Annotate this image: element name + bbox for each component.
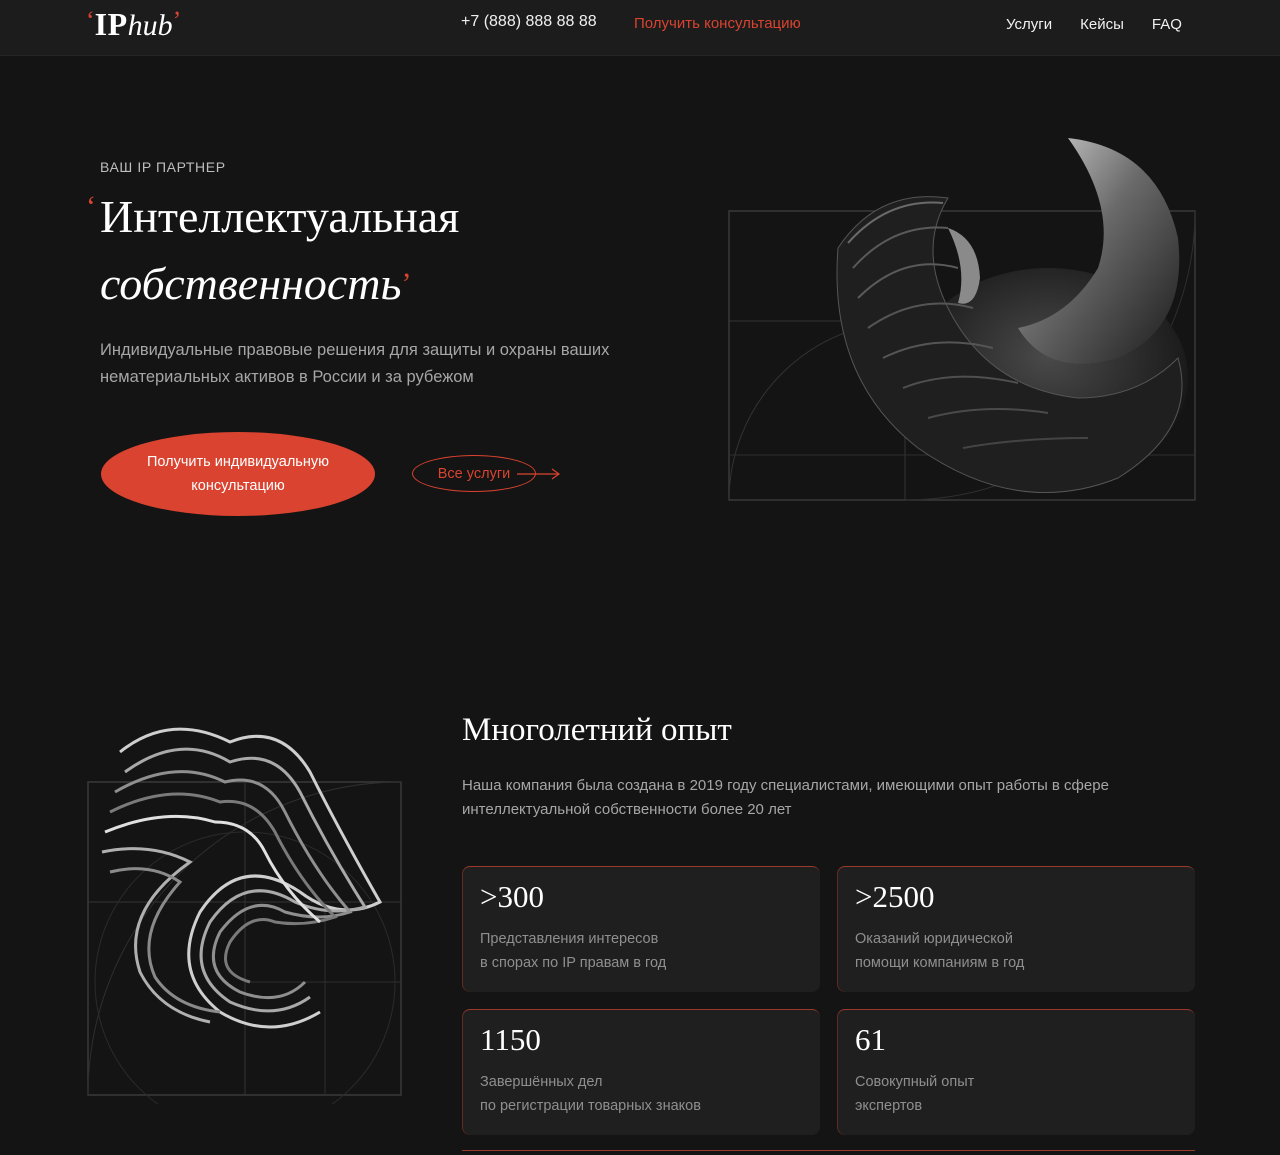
stat-description-line2: экспертов <box>855 1098 923 1114</box>
stat-description: Завершённых дел по регистрации товарных … <box>480 1070 800 1118</box>
logo-ip: IP <box>94 6 128 42</box>
stat-description-line2: по регистрации товарных знаков <box>480 1098 701 1114</box>
stat-description-line2: помощи компаниям в год <box>855 955 1025 971</box>
nav-item-faq[interactable]: FAQ <box>1152 16 1182 33</box>
stat-value: >300 <box>480 879 544 914</box>
iphub-logo[interactable]: ‘ IP hub ’ <box>86 6 181 46</box>
stat-value: 61 <box>855 1022 886 1057</box>
main-nav: Услуги Кейсы FAQ <box>1006 16 1182 33</box>
logo-quote-open: ‘ <box>86 6 95 35</box>
all-services-label: Все услуги <box>437 465 511 482</box>
hero-title: ‘ Интеллектуальная собственность’ <box>86 186 460 320</box>
stat-description-line1: Представления интересов <box>480 931 659 947</box>
wire-sculpture-illustration <box>87 727 402 1104</box>
phone-link[interactable]: +7 (888) 888 88 88 <box>461 13 597 31</box>
stat-description: Совокупный опыт экспертов <box>855 1070 1175 1118</box>
nav-item-cases[interactable]: Кейсы <box>1080 16 1124 33</box>
experience-subtitle: Наша компания была создана в 2019 году с… <box>462 777 1109 818</box>
nav-item-services[interactable]: Услуги <box>1006 16 1052 33</box>
title-quote-close: ’ <box>401 267 412 300</box>
arrow-right-icon <box>517 468 561 480</box>
title-quote-open: ‘ <box>86 190 96 223</box>
all-services-button[interactable]: Все услуги <box>412 455 561 492</box>
stat-card: 61 Совокупный опыт экспертов <box>837 1009 1195 1135</box>
stat-description-line1: Совокупный опыт <box>855 1074 975 1090</box>
get-individual-consultation-button[interactable]: Получить индивидуальную консультацию <box>101 432 375 516</box>
hero-subtitle: Индивидуальные правовые решения для защи… <box>100 341 610 386</box>
hero-title-line1: Интеллектуальная <box>100 191 460 242</box>
stat-description: Представления интересов в спорах по IP п… <box>480 927 800 975</box>
logo-quote-close: ’ <box>172 6 182 35</box>
stat-value: >2500 <box>855 879 935 914</box>
stat-card: 1150 Завершённых дел по регистрации това… <box>462 1009 820 1135</box>
hero-title-line2-text: собственность <box>100 258 402 309</box>
spiral-sculpture-illustration <box>728 138 1196 501</box>
top-navigation-bar: ‘ IP hub ’ +7 (888) 888 88 88 Получить к… <box>0 0 1280 56</box>
hero-title-line2: собственность’ <box>100 248 459 320</box>
experience-title: Многолетний опыт <box>462 712 732 748</box>
next-card-row-edge <box>462 1150 1195 1155</box>
stat-value: 1150 <box>480 1022 541 1057</box>
stat-description-line1: Оказаний юридической <box>855 931 1013 947</box>
hero-eyebrow: ВАШ IP ПАРТНЕР <box>100 159 226 175</box>
logo-hub: hub <box>127 9 173 42</box>
stat-card: >2500 Оказаний юридической помощи компан… <box>837 866 1195 992</box>
stat-description-line2: в спорах по IP правам в год <box>480 955 667 971</box>
stat-description-line1: Завершённых дел <box>480 1074 603 1090</box>
stat-description: Оказаний юридической помощи компаниям в … <box>855 927 1175 975</box>
stat-card: >300 Представления интересов в спорах по… <box>462 866 820 992</box>
get-consultation-link[interactable]: Получить консультацию <box>634 15 801 32</box>
